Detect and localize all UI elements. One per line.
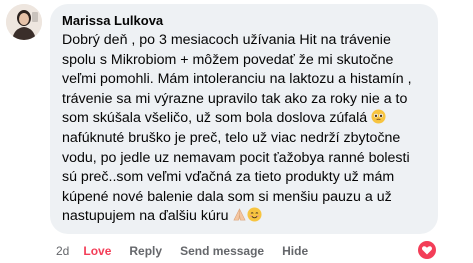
comment-line-with-emoji: som skúšala všeličo, už som bola doslova… (62, 109, 426, 129)
comment-timestamp[interactable]: 2d (56, 244, 69, 258)
comment-line: Dobrý deň , po 3 mesiacoch užívania Hit … (62, 32, 391, 48)
hide-button[interactable]: Hide (282, 244, 308, 258)
folded-hands-emoji-icon (233, 208, 247, 221)
send-message-button[interactable]: Send message (180, 244, 264, 258)
reply-button[interactable]: Reply (129, 244, 162, 258)
comment-line-text: som skúšala všeličo, už som bola doslova… (62, 110, 368, 127)
comment-line: kúpené nové balenie dala som si menšiu p… (62, 188, 392, 205)
author-avatar[interactable] (6, 4, 42, 40)
comment-bubble: Marissa Lulkova Dobrý deň , po 3 mesiaco… (50, 4, 438, 234)
comment-line: vodu, po jedle uz nemavam pocit ťažobya … (62, 149, 410, 166)
pleading-face-emoji-icon (371, 109, 386, 124)
comment-actions: 2d Love Reply Send message Hide (56, 244, 326, 258)
love-reaction-icon[interactable] (418, 241, 436, 259)
comment-author[interactable]: Marissa Lulkova (62, 13, 426, 29)
love-button[interactable]: Love (83, 244, 111, 258)
comment-line-text: nastupujem na ďalšiu kúru (62, 208, 229, 225)
comment-line: trávenie sa mi výrazne upravilo tak ako … (62, 90, 408, 107)
comment-line: nafúknuté bruško je preč, telo už viac n… (62, 129, 401, 146)
comment-line: sú preč..som veľmi vďačná za tieto produ… (62, 169, 395, 186)
avatar-photo (6, 4, 42, 40)
smiling-face-emoji-icon (247, 207, 262, 222)
comment-line: spolu s Mikrobiom + môžem povedať že mi … (62, 51, 394, 68)
comment-line: veľmi pomohli. Mám intoleranciu na lakto… (62, 71, 412, 88)
comment-line-with-emoji: nastupujem na ďalšiu kúru (62, 207, 426, 227)
